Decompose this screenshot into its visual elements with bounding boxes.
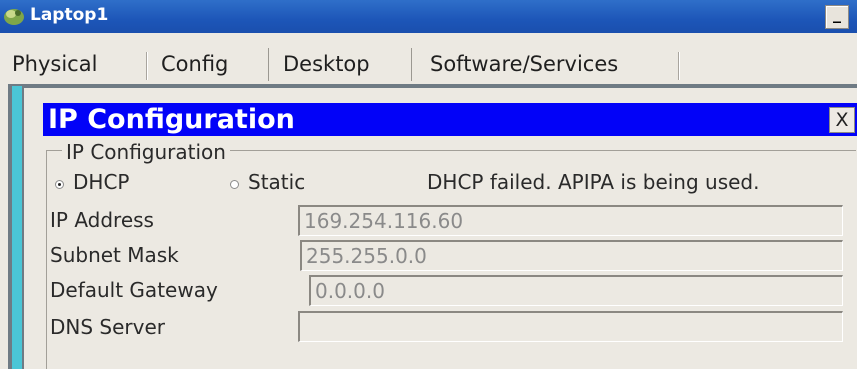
subnet-mask-label: Subnet Mask [50, 243, 179, 267]
laptop-app-icon [4, 9, 24, 25]
dns-server-label: DNS Server [50, 315, 165, 339]
subnet-mask-field[interactable]: 255.255.0.0 [300, 240, 843, 271]
window-title-bar[interactable]: Laptop1 _ [0, 0, 857, 33]
minimize-button[interactable]: _ [825, 5, 849, 29]
tab-config[interactable]: Config [149, 48, 269, 81]
tab-physical[interactable]: Physical [0, 48, 146, 81]
tab-separator [678, 52, 680, 80]
dhcp-label[interactable]: DHCP [73, 170, 129, 194]
dns-server-field[interactable] [298, 311, 843, 342]
static-radio[interactable] [230, 180, 239, 189]
tab-bar: Physical Config Desktop Software/Service… [0, 33, 857, 81]
dialog-title-bar: IP Configuration X [43, 103, 857, 136]
ip-address-label: IP Address [50, 208, 154, 232]
default-gateway-field[interactable]: 0.0.0.0 [309, 275, 843, 306]
desktop-accent-edge [12, 86, 22, 369]
static-label[interactable]: Static [248, 170, 305, 194]
device-window: Physical Config Desktop Software/Service… [0, 33, 857, 369]
group-label: IP Configuration [62, 140, 230, 164]
ip-address-field[interactable]: 169.254.116.60 [298, 205, 843, 236]
ip-configuration-dialog: IP Configuration X IP Configuration DHCP… [24, 88, 857, 369]
tab-separator [146, 52, 148, 80]
tab-software-services[interactable]: Software/Services [420, 48, 680, 81]
dialog-title: IP Configuration [48, 104, 295, 135]
status-message: DHCP failed. APIPA is being used. [427, 170, 760, 194]
window-title: Laptop1 [30, 5, 109, 25]
tab-desktop[interactable]: Desktop [268, 48, 412, 81]
dhcp-radio[interactable] [55, 180, 64, 189]
close-button[interactable]: X [829, 107, 855, 133]
default-gateway-label: Default Gateway [50, 278, 218, 302]
